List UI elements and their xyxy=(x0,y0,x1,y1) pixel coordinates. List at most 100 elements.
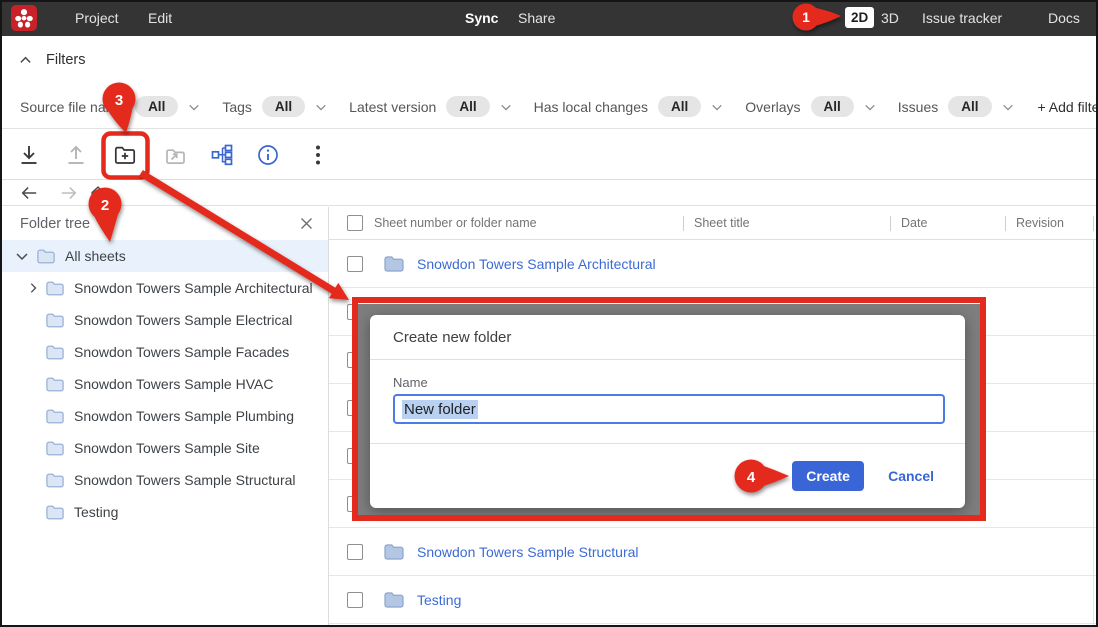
create-new-folder-icon[interactable] xyxy=(113,143,137,167)
tree-item-folder[interactable]: Snowdon Towers Sample Facades xyxy=(0,336,328,368)
menu-sync[interactable]: Sync xyxy=(465,0,498,36)
chevron-down-icon[interactable] xyxy=(864,101,876,113)
top-menu-bar: Project Edit Sync Share 2D 3D Issue trac… xyxy=(0,0,1098,36)
tree-item-folder[interactable]: Snowdon Towers Sample HVAC xyxy=(0,368,328,400)
chevron-down-icon[interactable] xyxy=(1002,101,1014,113)
tree-item-folder[interactable]: Snowdon Towers Sample Electrical xyxy=(0,304,328,336)
tree-item-folder[interactable]: Snowdon Towers Sample Plumbing xyxy=(0,400,328,432)
home-icon[interactable] xyxy=(89,184,107,202)
filter-label: Tags xyxy=(222,99,252,115)
navigation-row xyxy=(0,181,1098,206)
row-checkbox[interactable] xyxy=(347,544,363,560)
create-button[interactable]: Create xyxy=(792,461,864,491)
column-label: Date xyxy=(901,216,927,230)
folder-icon xyxy=(46,473,64,488)
chevron-up-icon xyxy=(19,54,32,67)
info-icon[interactable] xyxy=(256,143,280,167)
tree-item-folder[interactable]: Snowdon Towers Sample Architectural xyxy=(0,272,328,304)
folder-icon xyxy=(384,256,404,272)
chevron-right-icon[interactable] xyxy=(27,282,39,294)
dialog-footer: Create Cancel xyxy=(370,443,965,508)
folder-icon xyxy=(46,505,64,520)
folder-icon xyxy=(384,544,404,560)
column-sheet-number[interactable]: Sheet number or folder name xyxy=(329,207,683,239)
chevron-down-icon[interactable] xyxy=(315,101,327,113)
filters-title: Filters xyxy=(46,52,85,68)
row-checkbox[interactable] xyxy=(347,592,363,608)
filter-value-pill[interactable]: All xyxy=(948,96,991,117)
filter-latest-version: Latest version All xyxy=(349,96,511,117)
column-sheet-title[interactable]: Sheet title xyxy=(683,207,890,239)
column-revision[interactable]: Revision xyxy=(1005,207,1093,239)
tree-item-label: All sheets xyxy=(65,248,126,264)
filter-value-pill[interactable]: All xyxy=(135,96,178,117)
tree-item-folder[interactable]: Snowdon Towers Sample Structural xyxy=(0,464,328,496)
filter-value-pill[interactable]: All xyxy=(658,96,701,117)
menu-share[interactable]: Share xyxy=(518,0,555,36)
filter-value-pill[interactable]: All xyxy=(446,96,489,117)
chevron-down-icon[interactable] xyxy=(188,101,200,113)
column-label: Revision xyxy=(1016,216,1064,230)
column-spacer xyxy=(1093,207,1098,239)
filter-issues: Issues All xyxy=(898,96,1014,117)
more-options-icon[interactable] xyxy=(311,143,325,167)
folder-tree-title: Folder tree xyxy=(20,216,90,232)
folder-icon xyxy=(46,409,64,424)
column-label: Sheet title xyxy=(694,216,750,230)
table-row[interactable]: Snowdon Towers Sample Structural xyxy=(329,528,1098,576)
tab-issue-tracker[interactable]: Issue tracker xyxy=(922,0,1002,36)
tab-3d[interactable]: 3D xyxy=(881,0,899,36)
tab-docs[interactable]: Docs xyxy=(1048,0,1080,36)
chevron-down-icon[interactable] xyxy=(711,101,723,113)
folder-icon xyxy=(46,281,64,296)
select-all-checkbox[interactable] xyxy=(347,215,363,231)
table-row[interactable]: Testing xyxy=(329,576,1098,624)
filter-has-local-changes: Has local changes All xyxy=(534,96,724,117)
tree-item-all-sheets[interactable]: All sheets xyxy=(0,240,328,272)
filter-tags: Tags All xyxy=(222,96,327,117)
tree-item-label: Testing xyxy=(74,504,118,520)
forward-icon xyxy=(60,184,78,202)
folder-link[interactable]: Testing xyxy=(417,592,461,608)
tree-item-label: Snowdon Towers Sample HVAC xyxy=(74,376,273,392)
chevron-down-icon[interactable] xyxy=(500,101,512,113)
sheets-toolbar xyxy=(0,128,1098,180)
filters-header[interactable]: Filters xyxy=(19,52,85,68)
revizto-app-window: Project Edit Sync Share 2D 3D Issue trac… xyxy=(0,0,1098,627)
menu-project[interactable]: Project xyxy=(75,0,119,36)
tab-2d[interactable]: 2D xyxy=(845,7,874,28)
table-header: Sheet number or folder name Sheet title … xyxy=(329,207,1098,240)
name-field-label: Name xyxy=(393,375,428,390)
row-checkbox[interactable] xyxy=(347,256,363,272)
add-filter-button[interactable]: + Add filter xyxy=(1038,99,1098,115)
sheet-tree-view-icon[interactable] xyxy=(210,143,234,167)
folder-icon xyxy=(46,345,64,360)
menu-edit[interactable]: Edit xyxy=(148,0,172,36)
filter-label: Source file name xyxy=(20,99,125,115)
folder-name-input[interactable]: New folder xyxy=(393,394,945,424)
create-folder-dialog: Create new folder Name New folder Create… xyxy=(370,315,965,508)
filter-value-pill[interactable]: All xyxy=(811,96,854,117)
filter-value-pill[interactable]: All xyxy=(262,96,305,117)
filter-label: Latest version xyxy=(349,99,436,115)
column-label: Sheet number or folder name xyxy=(374,216,537,230)
column-date[interactable]: Date xyxy=(890,207,1005,239)
folder-link[interactable]: Snowdon Towers Sample Architectural xyxy=(417,256,656,272)
cancel-button[interactable]: Cancel xyxy=(888,468,934,484)
chevron-down-icon[interactable] xyxy=(15,249,29,263)
filter-overlays: Overlays All xyxy=(745,96,876,117)
filter-source-file-name: Source file name All xyxy=(20,96,200,117)
close-icon[interactable] xyxy=(299,216,314,231)
move-to-folder-icon xyxy=(163,143,187,167)
revizto-logo-icon[interactable] xyxy=(11,5,37,31)
table-row[interactable]: Snowdon Towers Sample Architectural xyxy=(329,240,1098,288)
folder-link[interactable]: Snowdon Towers Sample Structural xyxy=(417,544,639,560)
folder-icon xyxy=(384,592,404,608)
download-icon[interactable] xyxy=(17,143,41,167)
table-right-rule xyxy=(1093,240,1094,627)
tree-item-folder[interactable]: Testing xyxy=(0,496,328,528)
tree-item-label: Snowdon Towers Sample Architectural xyxy=(74,280,313,296)
tree-item-folder[interactable]: Snowdon Towers Sample Site xyxy=(0,432,328,464)
folder-tree-panel: Folder tree All sheets Snowdon Towers Sa… xyxy=(0,207,329,627)
back-icon[interactable] xyxy=(20,184,38,202)
